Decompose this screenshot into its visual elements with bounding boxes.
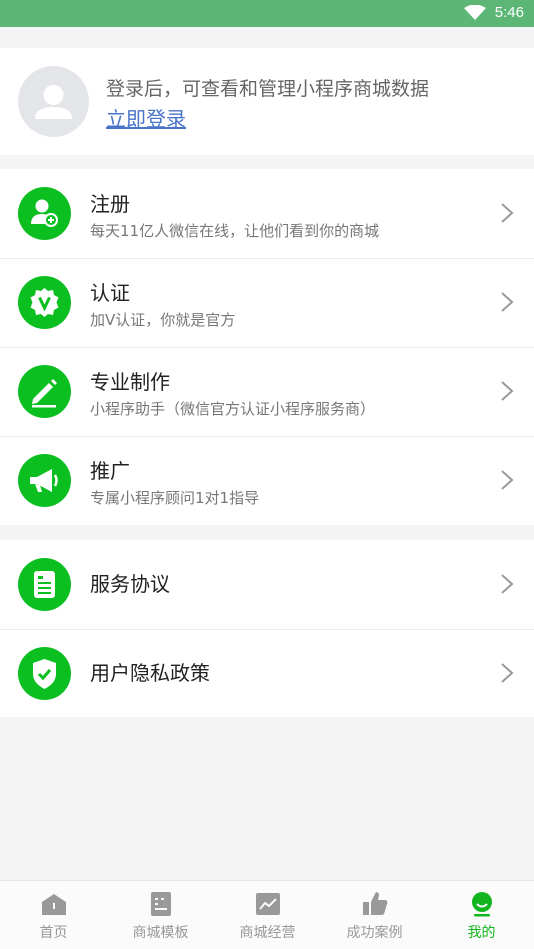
avatar[interactable]	[18, 66, 89, 137]
chevron-right-icon	[501, 203, 514, 223]
pen-icon	[32, 379, 57, 408]
chevron-right-icon	[501, 470, 514, 490]
megaphone-icon	[30, 469, 58, 492]
menu-item-verify[interactable]: 认证 加V认证，你就是官方	[0, 258, 534, 347]
tab-home[interactable]: 首页	[0, 881, 107, 949]
thumbs-up-icon	[363, 892, 388, 915]
bottom-tab-bar: 首页 商城模板 商城经营 成功案例 我的	[0, 880, 534, 949]
tab-label: 商城模板	[132, 925, 189, 941]
tab-label: 首页	[39, 925, 68, 941]
menu-item-privacy-policy[interactable]: 用户隐私政策	[0, 629, 534, 718]
tab-label: 成功案例	[346, 925, 403, 941]
login-tip-text: 登录后，可查看和管理小程序商城数据	[106, 78, 430, 100]
menu-item-register[interactable]: 注册 每天11亿人微信在线，让他们看到你的商城	[0, 169, 534, 258]
status-time: 5:46	[494, 4, 524, 21]
menu-item-professional[interactable]: 专业制作 小程序助手（微信官方认证小程序服务商）	[0, 347, 534, 436]
feature-list: 注册 每天11亿人微信在线，让他们看到你的商城 认证 加V认证，你就是官方 专业…	[0, 169, 534, 525]
chevron-right-icon	[501, 663, 514, 683]
menu-item-subtitle: 每天11亿人微信在线，让他们看到你的商城	[90, 222, 380, 240]
tab-mine[interactable]: 我的	[428, 881, 534, 949]
menu-item-promotion[interactable]: 推广 专属小程序顾问1对1指导	[0, 436, 534, 525]
menu-item-service-agreement[interactable]: 服务协议	[0, 540, 534, 629]
home-icon	[42, 894, 66, 915]
tab-success-cases[interactable]: 成功案例	[321, 881, 428, 949]
menu-item-title: 用户隐私政策	[90, 661, 210, 685]
menu-item-title: 专业制作	[90, 370, 170, 394]
chevron-right-icon	[501, 381, 514, 401]
chart-icon	[256, 893, 280, 915]
default-avatar-icon	[35, 85, 72, 119]
tab-label: 我的	[467, 925, 496, 941]
tab-label: 商城经营	[239, 925, 296, 941]
policy-list: 服务协议 用户隐私政策	[0, 540, 534, 717]
profile-icon	[472, 892, 492, 917]
add-user-icon	[31, 199, 58, 227]
tab-operations[interactable]: 商城经营	[214, 881, 321, 949]
status-bar: 5:46	[0, 0, 534, 27]
tab-templates[interactable]: 商城模板	[107, 881, 214, 949]
chevron-right-icon	[501, 292, 514, 312]
template-icon	[151, 892, 171, 916]
chevron-right-icon	[501, 574, 514, 594]
menu-item-title: 认证	[90, 281, 130, 305]
wifi-icon	[464, 5, 486, 20]
verified-v-icon	[30, 288, 59, 317]
menu-item-title: 服务协议	[90, 572, 170, 596]
menu-item-subtitle: 加V认证，你就是官方	[90, 311, 236, 329]
menu-item-title: 推广	[90, 459, 130, 483]
menu-item-subtitle: 小程序助手（微信官方认证小程序服务商）	[90, 400, 376, 418]
login-link[interactable]: 立即登录	[106, 103, 186, 132]
shield-check-icon	[33, 659, 56, 689]
menu-item-title: 注册	[90, 192, 130, 216]
profile-card: 登录后，可查看和管理小程序商城数据 立即登录	[0, 48, 534, 155]
document-icon	[34, 571, 55, 598]
menu-item-subtitle: 专属小程序顾问1对1指导	[90, 489, 260, 507]
